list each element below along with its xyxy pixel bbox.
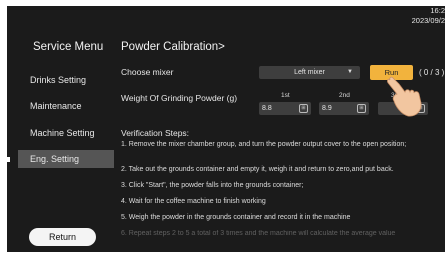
sidebar-item-label: Maintenance	[30, 101, 82, 111]
choose-mixer-label: Choose mixer	[121, 67, 174, 77]
weight-column-2nd: 2nd	[339, 92, 350, 99]
step-item: 2. Take out the grounds container and em…	[121, 166, 394, 173]
step-item: 1. Remove the mixer chamber group, and t…	[121, 141, 407, 148]
steps-title: Verification Steps:	[121, 128, 190, 138]
breadcrumb[interactable]: Powder Calibration>	[121, 41, 225, 53]
sidebar-item-label: Drinks Setting	[30, 75, 87, 85]
sidebar-item-maintenance[interactable]: Maintenance	[18, 97, 114, 115]
step-item: 3. Click "Start", the powder falls into …	[121, 182, 304, 189]
sidebar-item-machine-setting[interactable]: Machine Setting	[18, 124, 114, 142]
weight-field-2nd[interactable]: 8.9 ⊞	[319, 102, 369, 115]
mixer-select[interactable]: Left mixer ▼	[259, 66, 360, 79]
mixer-select-value: Left mixer	[294, 69, 325, 76]
sidebar-title: Service Menu	[33, 41, 104, 53]
weight-label: Weight Of Grinding Powder (g)	[121, 93, 238, 103]
step-item: 5. Weigh the powder in the grounds conta…	[121, 214, 351, 221]
step-item: 6. Repeat steps 2 to 5 a total of 3 time…	[121, 230, 396, 237]
step-item: 4. Wait for the coffee machine to finish…	[121, 198, 266, 205]
weight-column-1st: 1st	[281, 92, 290, 99]
weight-value: 8.9	[322, 105, 332, 112]
sidebar-item-label: Machine Setting	[30, 128, 95, 138]
active-marker	[7, 157, 10, 162]
sidebar-item-label: Eng. Setting	[30, 154, 80, 164]
return-button[interactable]: Return	[29, 228, 96, 246]
sidebar-item-eng-setting[interactable]: Eng. Setting	[18, 150, 114, 168]
caret-down-icon: ▼	[347, 69, 353, 75]
scale-icon[interactable]: ⊞	[299, 104, 308, 113]
sidebar: Service Menu Drinks Setting Maintenance …	[7, 6, 114, 252]
scale-icon[interactable]: ⊞	[357, 104, 366, 113]
sidebar-item-drinks-setting[interactable]: Drinks Setting	[18, 71, 114, 89]
screen: 16:2 2023/09/2 Service Menu Drinks Setti…	[7, 6, 445, 252]
hand-pointer-icon	[387, 76, 422, 117]
main-panel: Powder Calibration> Choose mixer Left mi…	[120, 6, 445, 252]
weight-field-1st[interactable]: 8.8 ⊞	[259, 102, 311, 115]
weight-value: 8.8	[262, 105, 272, 112]
